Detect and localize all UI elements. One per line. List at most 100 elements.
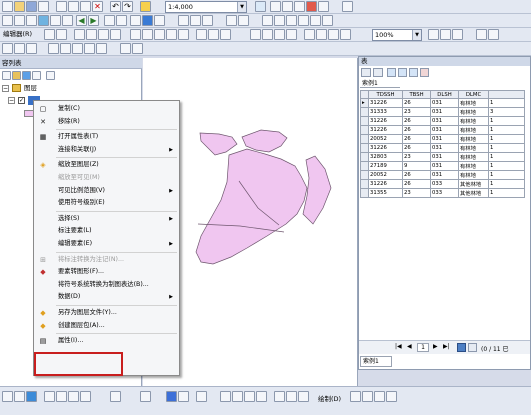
table-cell[interactable]: 31226 — [368, 179, 403, 190]
topology-icon[interactable] — [132, 43, 143, 54]
create-viewer-icon[interactable] — [238, 15, 249, 26]
endpoint-arc-icon[interactable] — [86, 29, 97, 40]
rectangle-icon[interactable] — [362, 391, 373, 402]
table-cell[interactable]: 31226 — [368, 98, 403, 109]
snap-end-icon[interactable] — [72, 43, 83, 54]
row-selector[interactable] — [360, 116, 369, 127]
clear-table-selection-icon[interactable] — [409, 68, 418, 77]
table-row[interactable]: 31226 26 031 有林地 1 — [360, 125, 525, 136]
column-header[interactable] — [488, 90, 525, 100]
layout-toolbar-icon[interactable] — [262, 15, 273, 26]
table-cell[interactable]: 31226 — [368, 143, 403, 154]
row-selector[interactable] — [360, 143, 369, 154]
arctoolbox-icon[interactable] — [306, 1, 317, 12]
undo-icon[interactable]: ↶ — [110, 1, 121, 12]
georef-icon[interactable] — [304, 29, 315, 40]
focus-frame-icon[interactable] — [428, 29, 439, 40]
table-cell[interactable]: 26 — [402, 143, 431, 154]
table-cell[interactable]: 20052 — [368, 170, 403, 181]
table-cell[interactable]: 23 — [402, 152, 431, 163]
refresh-icon[interactable] — [340, 29, 351, 40]
redo-icon[interactable]: ↷ — [122, 1, 133, 12]
table-cell[interactable]: 20052 — [368, 134, 403, 145]
bottom-tool-g-icon[interactable] — [298, 391, 309, 402]
bottom-zoom-out-icon[interactable] — [56, 391, 67, 402]
list-by-source-icon[interactable] — [12, 71, 21, 80]
table-cell[interactable]: 031 — [430, 134, 459, 145]
open-icon[interactable] — [14, 1, 25, 12]
table-cell[interactable]: 31355 — [368, 188, 403, 199]
table-cell[interactable]: 其他林地 — [458, 188, 489, 199]
table-cell[interactable]: 031 — [430, 107, 459, 118]
search-icon[interactable] — [294, 1, 305, 12]
menu-item[interactable]: 连接和关联(J) ▶ — [34, 144, 179, 156]
draw-rect-icon[interactable] — [250, 29, 261, 40]
table-cell[interactable]: 23 — [402, 188, 431, 199]
row-selector[interactable] — [360, 170, 369, 181]
menu-item[interactable]: 将符号系统转换为制图表达(B)... — [34, 279, 179, 291]
menu-item[interactable]: 编辑要素(E) ▶ — [34, 238, 179, 250]
bottom-tool-e-icon[interactable] — [274, 391, 285, 402]
table-cell[interactable]: 26 — [402, 134, 431, 145]
column-header[interactable]: TBSH — [402, 90, 431, 100]
menu-item[interactable]: ▢ 复制(C) — [34, 103, 179, 115]
bottom-full-extent-icon[interactable] — [80, 391, 91, 402]
next-record-icon[interactable]: ▶ — [433, 343, 438, 350]
row-selector[interactable] — [360, 188, 369, 199]
bottom-tool-f-icon[interactable] — [286, 391, 297, 402]
table-cell[interactable]: 031 — [430, 170, 459, 181]
editor-menu[interactable]: 编辑器(R) — [1, 29, 41, 41]
fixed-zoom-out-icon[interactable] — [62, 15, 73, 26]
snap-icon[interactable] — [48, 43, 59, 54]
show-selected-records-icon[interactable] — [468, 343, 477, 352]
add-data-icon[interactable] — [140, 1, 151, 12]
land-parcel-polygon[interactable] — [199, 132, 238, 156]
table-cell[interactable]: 26 — [402, 116, 431, 127]
row-selector[interactable] — [360, 107, 369, 118]
zoom-dropdown[interactable]: 100% ▼ — [372, 29, 422, 41]
land-parcel-polygon[interactable] — [302, 155, 332, 225]
trace-icon[interactable] — [98, 29, 109, 40]
table-cell[interactable]: 1 — [488, 152, 525, 163]
table-row[interactable]: 31355 23 033 其他林地 1 — [360, 188, 525, 199]
bottom-tool-a-icon[interactable] — [220, 391, 231, 402]
show-all-records-icon[interactable] — [457, 343, 466, 352]
snap-point-icon[interactable] — [60, 43, 71, 54]
sketch-properties-icon[interactable] — [208, 29, 219, 40]
bold-icon[interactable] — [26, 43, 37, 54]
table-cell[interactable]: 有林地 — [458, 107, 489, 118]
create-features-icon[interactable] — [220, 29, 231, 40]
table-cell[interactable]: 033 — [430, 179, 459, 190]
cut-icon[interactable] — [56, 1, 67, 12]
reshape-icon[interactable] — [142, 29, 153, 40]
draw-menu[interactable]: 绘制(D) — [318, 393, 341, 403]
menu-item[interactable]: ◆ 创建图层包(A)... — [34, 320, 179, 332]
table-cell[interactable]: 有林地 — [458, 170, 489, 181]
python-icon[interactable] — [318, 1, 329, 12]
font-icon[interactable] — [14, 43, 25, 54]
layout-toggle-icon[interactable] — [476, 29, 487, 40]
fixed-zoom-in-icon[interactable] — [50, 15, 61, 26]
paste-icon[interactable] — [80, 1, 91, 12]
collapse-icon[interactable]: − — [2, 85, 9, 92]
draw-line-icon[interactable] — [274, 29, 285, 40]
select-element-icon[interactable] — [350, 391, 361, 402]
layout-extra-icon[interactable] — [488, 29, 499, 40]
editor-toolbar-icon[interactable] — [255, 1, 266, 12]
scale-dropdown[interactable]: 1:4,000 ▼ — [165, 1, 247, 13]
bottom-select-icon[interactable] — [110, 391, 121, 402]
row-selector[interactable] — [360, 161, 369, 172]
column-header[interactable]: DLMC — [458, 90, 489, 100]
draw-text-icon[interactable] — [262, 29, 273, 40]
table-cell[interactable]: 26 — [402, 179, 431, 190]
table-cell[interactable]: 031 — [430, 98, 459, 109]
table-cell[interactable]: 033 — [430, 188, 459, 199]
layout-pan-icon[interactable] — [298, 15, 309, 26]
snap-edge-icon[interactable] — [96, 43, 107, 54]
table-options-icon[interactable] — [361, 68, 371, 77]
pause-drawing-icon[interactable] — [328, 29, 339, 40]
table-cell[interactable]: 1 — [488, 116, 525, 127]
land-parcel-polygon[interactable] — [241, 129, 288, 153]
measure-icon[interactable] — [178, 15, 189, 26]
bottom-measure-icon[interactable] — [196, 391, 207, 402]
